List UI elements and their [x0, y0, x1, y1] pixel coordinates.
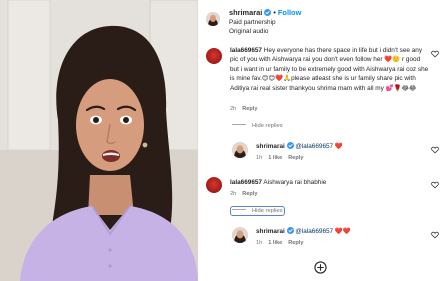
comment-time: 2h: [230, 191, 237, 197]
comment-username[interactable]: lala669657: [230, 47, 262, 54]
hide-replies-label: Hide replies: [252, 123, 283, 129]
video-player[interactable]: [0, 0, 198, 281]
paid-partnership-label[interactable]: Paid partnership: [229, 19, 276, 26]
reply-button[interactable]: Reply: [242, 106, 257, 112]
verified-badge-icon: [286, 142, 294, 149]
reply-meta: 1h 1 like Reply: [256, 155, 303, 161]
divider-line: [232, 124, 246, 125]
post-header: shrimarai • Follow Paid partnership Orig…: [198, 0, 444, 40]
reply-emoji: ❤️❤️: [334, 228, 351, 235]
reply-mention[interactable]: @lala669657: [295, 143, 333, 150]
reply-avatar[interactable]: [232, 227, 248, 243]
verified-badge-icon: [286, 227, 294, 234]
reply-likes[interactable]: 1 like: [268, 155, 282, 161]
reply-time: 1h: [256, 240, 263, 246]
heart-outline-icon[interactable]: [431, 231, 439, 239]
reply-emoji: ❤️: [334, 143, 343, 150]
author-line: shrimarai • Follow: [229, 8, 301, 17]
comment-meta: 2h Reply: [230, 191, 257, 197]
commenter-avatar[interactable]: [206, 48, 222, 64]
comment-time: 2h: [230, 106, 237, 112]
author-username[interactable]: shrimarai: [229, 8, 262, 17]
comment-username[interactable]: lala669657: [230, 179, 262, 186]
reply-mention[interactable]: @lala669657: [295, 228, 333, 235]
video-frame-image: [0, 0, 198, 281]
reply-time: 1h: [256, 155, 263, 161]
divider-line: [232, 209, 246, 210]
reply-button[interactable]: Reply: [288, 155, 303, 161]
reply-meta: 1h 1 like Reply: [256, 240, 303, 246]
commenter-avatar[interactable]: [206, 177, 222, 193]
dot-separator: •: [273, 10, 276, 17]
verified-badge-icon: [264, 9, 272, 16]
reply-button[interactable]: Reply: [242, 191, 257, 197]
comment-meta: 2h Reply: [230, 106, 257, 112]
comment-text: lala669657 Aishwarya rai bhabhie: [230, 178, 430, 187]
comment-body: Aishwarya rai bhabhie: [262, 179, 327, 186]
reply-likes[interactable]: 1 like: [268, 240, 282, 246]
reply-username[interactable]: shrimarai: [256, 228, 285, 235]
original-audio-link[interactable]: Original audio: [229, 28, 268, 35]
hide-replies-button[interactable]: Hide replies: [230, 206, 285, 216]
reply-avatar-image: [232, 227, 248, 243]
reply-text: shrimarai @lala669657 ❤️: [256, 142, 426, 151]
author-avatar-image: [206, 12, 220, 26]
post-panel: shrimarai • Follow Paid partnership Orig…: [198, 0, 444, 281]
reply-avatar[interactable]: [232, 142, 248, 158]
follow-button[interactable]: Follow: [278, 8, 301, 17]
comment-text: lala669657 Hey everyone has there space …: [230, 46, 430, 93]
reply-avatar-image: [232, 142, 248, 158]
heart-outline-icon[interactable]: [431, 181, 439, 189]
reply-button[interactable]: Reply: [288, 240, 303, 246]
add-circle-icon[interactable]: [314, 261, 327, 274]
author-avatar[interactable]: [206, 12, 220, 26]
heart-outline-icon[interactable]: [431, 50, 439, 58]
reply-username[interactable]: shrimarai: [256, 143, 285, 150]
reply-text: shrimarai @lala669657 ❤️❤️: [256, 227, 426, 236]
hide-replies-label: Hide replies: [252, 208, 283, 214]
hide-replies-button[interactable]: Hide replies: [232, 123, 283, 129]
heart-outline-icon[interactable]: [431, 146, 439, 154]
